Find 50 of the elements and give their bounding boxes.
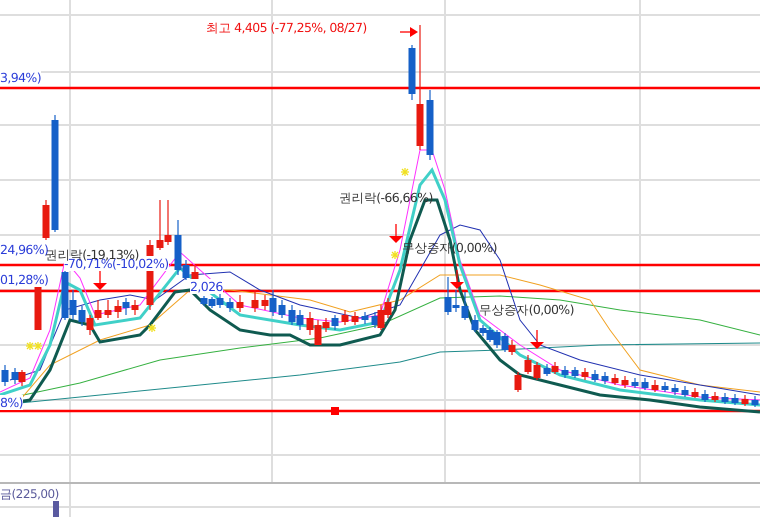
chart-annotation: 01,28%)	[0, 272, 48, 287]
down-arrow-icon	[530, 330, 544, 349]
candlestick	[252, 290, 258, 312]
candlestick	[712, 392, 718, 402]
candlestick	[462, 292, 468, 320]
candlestick	[352, 312, 358, 325]
candlestick	[226, 298, 234, 312]
candlestick	[582, 368, 588, 380]
down-arrow-icon	[389, 224, 403, 243]
chart-annotation: 8%)	[0, 395, 23, 410]
candlestick	[592, 370, 598, 382]
candlestick	[426, 90, 434, 160]
candlestick	[652, 380, 658, 392]
candlestick	[622, 376, 628, 388]
volume-label: 금(225,00)	[0, 486, 59, 503]
candlestick	[752, 396, 758, 407]
candlestick	[278, 300, 286, 318]
candlestick	[524, 355, 532, 374]
candlestick	[572, 367, 578, 378]
right-arrow-icon	[400, 27, 418, 37]
volume-bar	[53, 501, 59, 517]
candlestick	[672, 384, 678, 395]
candlestick	[742, 395, 748, 406]
candlestick	[662, 382, 668, 392]
star-icon	[148, 324, 156, 332]
chart-annotation: 2,026	[190, 279, 223, 294]
candlestick	[342, 310, 348, 325]
candlestick	[732, 394, 738, 405]
candlestick	[612, 374, 618, 385]
candlestick	[332, 315, 338, 330]
candlestick	[132, 300, 138, 315]
candlestick	[514, 372, 522, 392]
candlestick	[362, 312, 368, 324]
candlestick	[632, 378, 638, 388]
candlestick	[722, 393, 728, 404]
chart-annotation: 3,94%)	[0, 70, 41, 85]
chart-annotation: 최고 4,405 (-77,25%, 08/27)	[206, 20, 367, 37]
candlestick	[236, 295, 244, 312]
candlestick	[642, 378, 648, 390]
candlestick	[562, 366, 568, 378]
candlestick	[42, 200, 50, 240]
candlestick	[702, 390, 708, 402]
candlestick	[602, 372, 608, 384]
candlestick	[682, 386, 688, 397]
candlestick	[2, 365, 8, 386]
candlestick	[104, 300, 112, 318]
star-icon	[391, 251, 399, 259]
star-icon	[401, 168, 409, 176]
candlestick	[692, 388, 698, 398]
candlestick	[534, 362, 540, 380]
